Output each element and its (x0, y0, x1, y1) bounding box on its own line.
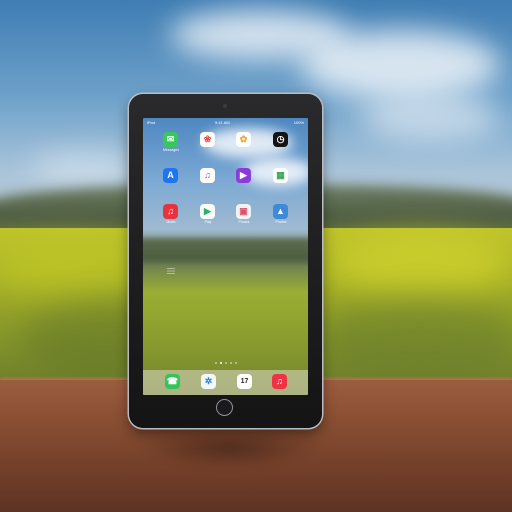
status-bar: iPad 9:41 AM 100% (143, 118, 308, 126)
app-photo[interactable]: ✿ (234, 132, 254, 158)
app-store-icon: A (163, 168, 178, 183)
tablet-reflection (140, 428, 318, 468)
dock-phone[interactable]: ☎ (163, 370, 183, 395)
flower-icon: ✿ (236, 132, 251, 147)
music-note-icon: ♫ (272, 374, 287, 389)
calendar-icon: 17 (237, 374, 252, 389)
status-time: 9:41 AM (215, 120, 230, 125)
page-dot (235, 362, 237, 364)
safari-compass-icon: ✲ (201, 374, 216, 389)
app-grid[interactable]: ▣ Photos (234, 204, 254, 230)
home-button[interactable] (216, 399, 233, 416)
play-icon: ▶ (200, 204, 215, 219)
app-itunes[interactable]: ♫ Music (161, 204, 181, 230)
music-note-icon: ♫ (200, 168, 215, 183)
messages-icon: ✉ (163, 132, 178, 147)
dock-itunes[interactable]: ♫ (270, 370, 290, 395)
page-dot-active (220, 362, 222, 364)
app-label: Photos (238, 220, 250, 224)
app-app-store[interactable]: A (161, 168, 181, 194)
carrier-label: iPad (147, 120, 156, 125)
field-highlight (330, 235, 510, 295)
dock-calendar[interactable]: 17 (235, 370, 255, 395)
home-screen: iPad 9:41 AM 100% ✉ Messages ❀ ✿ ◷ A ♫ ▶… (143, 118, 308, 395)
photos-glyph: ❀ (203, 134, 212, 144)
cloud (360, 95, 500, 140)
dock: ☎ ✲ 17 ♫ (143, 370, 308, 395)
grid-icon: ▣ (236, 204, 251, 219)
page-dot (215, 362, 217, 364)
video-icon: ▶ (236, 168, 251, 183)
app-music[interactable]: ♫ (198, 168, 218, 194)
app-label: Messages (163, 148, 179, 152)
field-shadow (320, 300, 512, 380)
app-label: Photos (275, 220, 287, 224)
app-label: Music (166, 220, 176, 224)
page-indicator[interactable] (213, 362, 239, 365)
app-play[interactable]: ▶ Play (198, 204, 218, 230)
app-blue[interactable]: ▲ Photos (271, 204, 291, 230)
battery-level: 100% (293, 120, 304, 125)
app-video[interactable]: ▶ (234, 168, 254, 194)
page-dot (225, 362, 227, 364)
maps-icon: ▦ (273, 168, 288, 183)
music-note-icon: ♫ (163, 204, 178, 219)
app-label: Play (204, 220, 212, 224)
dock-safari[interactable]: ✲ (199, 370, 219, 395)
app-photos[interactable]: ❀ (198, 132, 218, 158)
cloud (300, 30, 500, 100)
app-messages[interactable]: ✉ Messages (161, 132, 181, 158)
page-dot (230, 362, 232, 364)
app-maps[interactable]: ▦ (271, 168, 291, 194)
phone-icon: ☎ (165, 374, 180, 389)
folder-icon[interactable] (167, 268, 175, 274)
photos-icon: ❀ (200, 132, 215, 147)
clock-icon: ◷ (273, 132, 288, 147)
cloud (30, 150, 140, 185)
tablet-device: iPad 9:41 AM 100% ✉ Messages ❀ ✿ ◷ A ♫ ▶… (129, 94, 322, 428)
mountain-icon: ▲ (273, 204, 288, 219)
front-camera (223, 104, 227, 108)
wallpaper-trees (143, 238, 308, 262)
app-clock[interactable]: ◷ (271, 132, 291, 158)
